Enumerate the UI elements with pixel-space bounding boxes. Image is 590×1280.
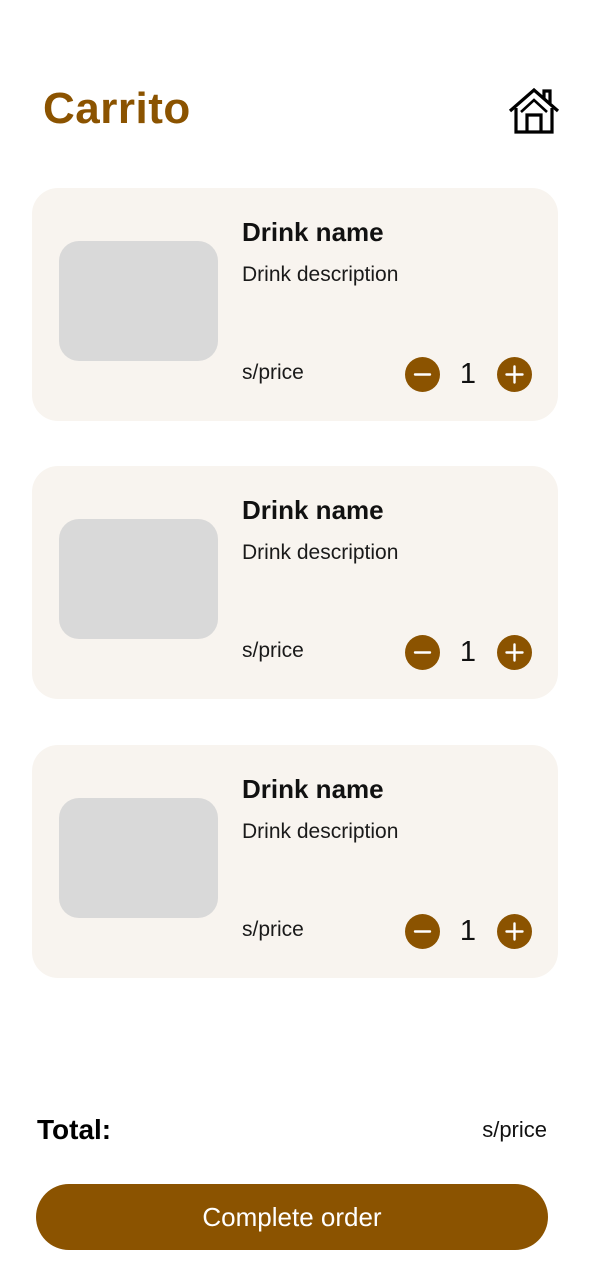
drink-price: s/price <box>242 639 304 662</box>
minus-icon <box>405 635 440 670</box>
plus-icon <box>497 914 532 949</box>
drink-image-placeholder <box>59 241 218 361</box>
total-label: Total: <box>37 1114 112 1145</box>
increase-quantity-button[interactable] <box>497 635 532 670</box>
decrease-quantity-button[interactable] <box>405 357 440 392</box>
total-value: s/price <box>482 1117 547 1142</box>
drink-description: Drink description <box>242 263 399 286</box>
decrease-quantity-button[interactable] <box>405 635 440 670</box>
quantity-value: 1 <box>459 636 477 668</box>
drink-name: Drink name <box>242 217 384 247</box>
home-icon <box>508 86 560 136</box>
plus-icon <box>497 635 532 670</box>
drink-description: Drink description <box>242 541 399 564</box>
minus-icon <box>405 914 440 949</box>
minus-icon <box>405 357 440 392</box>
complete-order-button[interactable]: Complete order <box>36 1184 548 1250</box>
drink-image-placeholder <box>59 798 218 918</box>
increase-quantity-button[interactable] <box>497 357 532 392</box>
drink-price: s/price <box>242 361 304 384</box>
quantity-value: 1 <box>459 915 477 947</box>
cart-item: Drink name Drink description s/price 1 <box>32 745 558 978</box>
drink-name: Drink name <box>242 495 384 525</box>
cart-item: Drink name Drink description s/price 1 <box>32 188 558 421</box>
drink-image-placeholder <box>59 519 218 639</box>
decrease-quantity-button[interactable] <box>405 914 440 949</box>
plus-icon <box>497 357 532 392</box>
home-button[interactable] <box>508 86 560 136</box>
increase-quantity-button[interactable] <box>497 914 532 949</box>
quantity-value: 1 <box>459 358 477 390</box>
cart-item: Drink name Drink description s/price 1 <box>32 466 558 699</box>
page-title: Carrito <box>43 84 191 133</box>
drink-description: Drink description <box>242 820 399 843</box>
drink-name: Drink name <box>242 774 384 804</box>
drink-price: s/price <box>242 918 304 941</box>
